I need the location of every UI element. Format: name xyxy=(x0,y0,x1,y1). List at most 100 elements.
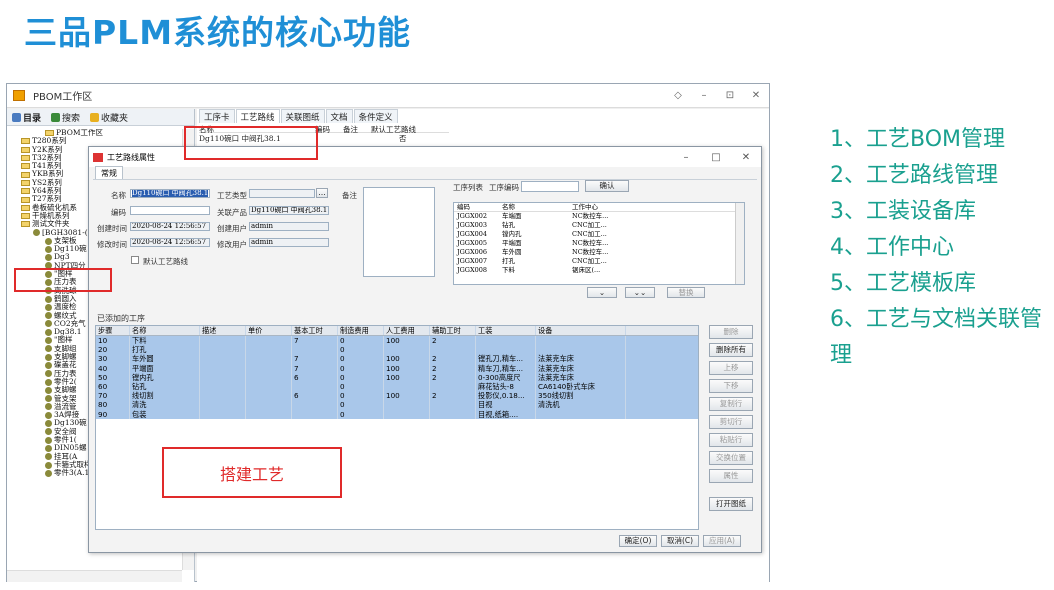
part-icon xyxy=(45,378,52,386)
table-row[interactable]: 70 线切割 6 0 100 2 投影仪,0.18... 350线切割 xyxy=(96,391,698,401)
open-drawing-button[interactable]: 打开图纸 xyxy=(709,497,753,511)
table-cell xyxy=(292,400,338,410)
operation-list-item[interactable]: JGGX007 打孔 CNC加工... xyxy=(454,257,744,266)
table-row[interactable]: 50 镗内孔 6 0 100 2 0-300高度尺 法莱克车床 xyxy=(96,372,698,382)
operation-list-item[interactable]: JGGX002 车端面 NC数控车... xyxy=(454,212,744,221)
ops-list-header: 编码 名称 工作中心 xyxy=(454,203,744,212)
tab-label: 目录 xyxy=(23,113,42,124)
tab-favorites[interactable]: 收藏夹 xyxy=(85,111,133,124)
table-cell: 2 xyxy=(430,354,476,364)
confirm-search-button[interactable]: 确认 xyxy=(585,180,629,192)
ops-list-scrollbar[interactable] xyxy=(735,203,744,284)
table-cell xyxy=(246,354,292,364)
added-ops-label: 已添加的工序 xyxy=(97,314,145,323)
created-user-label: 创建用户 xyxy=(217,224,247,233)
tab-conditions[interactable]: 条件定义 xyxy=(353,109,398,123)
left-tabs: 目录 搜索 收藏夹 xyxy=(7,109,194,126)
cut-row-button[interactable]: 剪切行 xyxy=(709,415,753,429)
feature-item: 6、工艺与文档关联管理 xyxy=(830,307,1042,368)
table-row[interactable]: 20 打孔 0 xyxy=(96,345,698,355)
tab-process-route[interactable]: 工艺路线 xyxy=(235,109,280,123)
operation-list-item[interactable]: JGGX003 钻孔 CNC加工... xyxy=(454,221,744,230)
table-row[interactable]: 60 钻孔 0 麻花钻头-8 CA6140卧式车床 xyxy=(96,381,698,392)
tree-horizontal-scrollbar[interactable] xyxy=(7,570,182,582)
operation-cell: CNC加工... xyxy=(572,257,607,265)
column-header: 默认工艺路线 xyxy=(371,125,416,134)
tree-node-label: 零件3(A.1) xyxy=(54,468,93,478)
move-down-button[interactable]: ⌄ xyxy=(587,287,617,298)
minimize-button[interactable]: – xyxy=(691,90,717,101)
delete-all-button[interactable]: 删除所有 xyxy=(709,343,753,357)
table-cell xyxy=(292,345,338,355)
type-field[interactable] xyxy=(249,189,315,198)
operation-cell: 下料 xyxy=(502,266,515,274)
column-header: 步骤 xyxy=(96,326,130,335)
column-header: 备注 xyxy=(343,125,358,134)
operation-list-item[interactable]: JGGX004 镗内孔 CNC加工... xyxy=(454,230,744,239)
table-cell: 7 xyxy=(292,336,338,346)
folder-icon xyxy=(21,221,30,228)
highlight-box-tree-node xyxy=(14,268,112,292)
product-field[interactable]: Dg110碗口 中阀孔38.1 xyxy=(249,206,329,215)
close-button[interactable]: ✕ xyxy=(743,90,769,101)
tab-catalog[interactable]: 目录 xyxy=(7,111,46,124)
operation-cell: NC数控车... xyxy=(572,212,609,220)
table-row[interactable]: 80 清洗 0 目视 清洗机 xyxy=(96,400,698,410)
table-cell: 目视,纸箱.... xyxy=(476,409,536,419)
replace-button[interactable]: 替换 xyxy=(667,287,705,298)
search-icon xyxy=(51,112,61,122)
table-cell: 100 xyxy=(384,354,430,364)
restore-button[interactable]: ⊡ xyxy=(717,90,743,101)
tab-documents[interactable]: 文档 xyxy=(325,109,353,123)
move-bottom-button[interactable]: ⌄⌄ xyxy=(625,287,655,298)
operation-list-item[interactable]: JGGX005 平端面 NC数控车... xyxy=(454,239,744,248)
tab-general[interactable]: 常规 xyxy=(95,166,123,180)
code-field[interactable] xyxy=(130,206,210,215)
table-row[interactable]: 90 包装 0 目视,纸箱.... xyxy=(96,409,698,419)
paste-row-button[interactable]: 粘贴行 xyxy=(709,433,753,447)
move-up-button[interactable]: 上移 xyxy=(709,361,753,375)
operation-cell: 车外圆 xyxy=(502,248,522,256)
table-row[interactable]: 40 平端面 7 0 100 2 精车刀,精车... 法莱克车床 xyxy=(96,363,698,373)
table-cell: 清洗 xyxy=(130,400,200,410)
remark-field[interactable] xyxy=(363,187,435,277)
delete-button[interactable]: 删除 xyxy=(709,325,753,339)
table-cell: 7 xyxy=(292,354,338,364)
operation-cell: 平端面 xyxy=(502,239,522,247)
ops-list-label: 工序列表 xyxy=(453,183,483,192)
table-row[interactable]: 30 车外圆 7 0 100 2 镗孔刀,精车... 法莱克车床 xyxy=(96,354,698,364)
tab-label: 收藏夹 xyxy=(101,113,129,124)
swap-position-button[interactable]: 交换位置 xyxy=(709,451,753,465)
feature-item: 5、工艺模板库 xyxy=(830,271,976,296)
tab-related-drawings[interactable]: 关联图纸 xyxy=(280,109,325,123)
ok-button[interactable]: 确定(O) xyxy=(619,535,657,547)
column-header: 编码 xyxy=(315,125,330,134)
apply-button[interactable]: 应用(A) xyxy=(703,535,741,547)
operation-list-item[interactable]: JGGX008 下料 锯床区(... xyxy=(454,266,744,275)
dialog-minimize-button[interactable]: – xyxy=(671,152,701,163)
operation-list-item[interactable]: JGGX006 车外圆 NC数控车... xyxy=(454,248,744,257)
default-route-checkbox[interactable] xyxy=(131,256,139,264)
copy-row-button[interactable]: 复制行 xyxy=(709,397,753,411)
operation-cell: JGGX003 xyxy=(457,221,488,229)
table-cell xyxy=(246,336,292,346)
cancel-button[interactable]: 取消(C) xyxy=(661,535,699,547)
dialog-maximize-button[interactable]: □ xyxy=(701,152,731,163)
operations-list[interactable]: 编码 名称 工作中心 JGGX002 车端面 NC数控车... JGGX003 钻孔 CN… xyxy=(453,202,745,285)
table-cell: 20 xyxy=(96,345,130,355)
pin-icon[interactable]: ◇ xyxy=(665,90,691,101)
table-cell xyxy=(384,345,430,355)
folder-icon xyxy=(21,171,30,178)
tab-process-card[interactable]: 工序卡 xyxy=(199,109,235,123)
part-icon xyxy=(45,345,52,353)
move-down-row-button[interactable]: 下移 xyxy=(709,379,753,393)
properties-button[interactable]: 属性 xyxy=(709,469,753,483)
dialog-close-button[interactable]: ✕ xyxy=(731,152,761,163)
table-row[interactable]: 10 下料 7 0 100 2 xyxy=(96,336,698,346)
op-code-search-input[interactable] xyxy=(521,181,579,192)
type-picker-button[interactable]: … xyxy=(316,188,328,198)
name-field[interactable]: Dg110碗口 中阀孔38.1 xyxy=(130,189,210,198)
tab-search[interactable]: 搜索 xyxy=(46,111,85,124)
added-operations-grid[interactable]: 步骤 名称 描述 单价 基本工时 制造费用 人工费用 辅助工时 工装 设备 10 下料 7 0 100 2 2… xyxy=(95,325,699,530)
remark-label: 备注 xyxy=(342,191,357,200)
